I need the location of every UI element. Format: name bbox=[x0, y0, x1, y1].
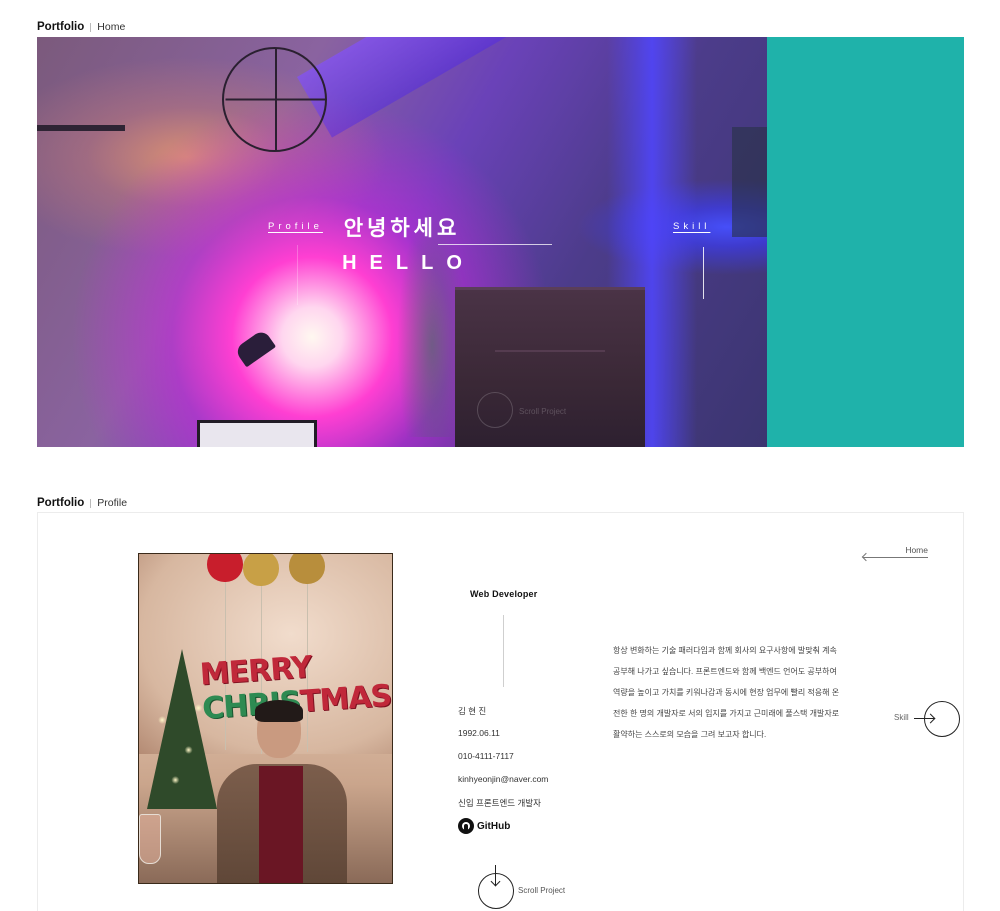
arrow-left-icon bbox=[863, 557, 928, 558]
light-beam bbox=[297, 37, 618, 138]
photo-fan bbox=[222, 47, 327, 152]
profile-link-line bbox=[297, 245, 298, 305]
breadcrumb-separator bbox=[90, 498, 92, 508]
info-name: 김 현 진 bbox=[458, 706, 487, 716]
role-divider bbox=[503, 615, 504, 687]
hero-title-english: HELLO bbox=[342, 252, 475, 274]
info-birth: 1992.06.11 bbox=[458, 728, 500, 738]
info-position: 신입 프론트엔드 개발자 bbox=[458, 798, 541, 808]
role-title: Web Developer bbox=[470, 589, 538, 599]
info-phone: 010-4111-7117 bbox=[458, 751, 514, 761]
balloon bbox=[243, 554, 279, 586]
breadcrumb-brand[interactable]: Portfolio bbox=[37, 21, 84, 33]
hero-accent-panel bbox=[767, 37, 964, 447]
balloon-letters-line2b: TMAS bbox=[298, 678, 393, 720]
hero-title-korean: 안녕하세요 bbox=[343, 217, 461, 240]
intro-line: 활약하는 스스로의 모습을 그려 보고자 합니다. bbox=[613, 730, 767, 739]
breadcrumb-brand[interactable]: Portfolio bbox=[37, 497, 84, 509]
photo-lamp bbox=[233, 328, 277, 368]
nav-home-label: Home bbox=[905, 545, 928, 555]
profile-photo: MERRY CHRISTMAS bbox=[138, 553, 393, 884]
github-icon bbox=[458, 818, 474, 834]
hero-background-photo: Scroll Project bbox=[37, 37, 767, 447]
profile-section: MERRY CHRISTMAS Web Developer 김 현 진 1992… bbox=[37, 512, 964, 911]
arrow-left-head bbox=[861, 552, 871, 562]
wine-glass bbox=[139, 814, 161, 864]
breadcrumb-profile: Portfolio Profile bbox=[37, 497, 127, 509]
skill-link-line bbox=[703, 247, 704, 299]
arrow-down-icon bbox=[495, 865, 496, 885]
intro-text: 항상 변화하는 기술 패러다임과 함께 회사의 요구사항에 발맞춰 계속 공부해… bbox=[613, 640, 853, 745]
breadcrumb: Portfolio Home bbox=[37, 21, 125, 33]
intro-line: 공부해 나가고 싶습니다. 프론트엔드와 함께 백엔드 언어도 공부하여 bbox=[613, 667, 837, 676]
photo-shelf bbox=[37, 125, 125, 131]
intro-line: 전한 한 명의 개발자로 서의 입지를 가지고 근미래에 풀스택 개발자로 bbox=[613, 709, 840, 718]
hero-section: Scroll Project 안녕하세요 HELLO Profile Skill bbox=[37, 37, 964, 447]
person-hair bbox=[255, 700, 303, 722]
hero-link-profile[interactable]: Profile bbox=[268, 221, 323, 232]
breadcrumb-page: Profile bbox=[97, 497, 128, 509]
scroll-ghost-label: Scroll Project bbox=[519, 407, 567, 416]
github-link[interactable]: GitHub bbox=[458, 818, 510, 834]
hero-divider bbox=[438, 244, 552, 245]
hero-link-skill[interactable]: Skill bbox=[673, 221, 710, 232]
breadcrumb-page: Home bbox=[97, 21, 126, 33]
arrow-right-icon bbox=[914, 718, 934, 719]
info-email: kinhyeonjin@naver.com bbox=[458, 774, 549, 784]
person-shirt bbox=[259, 766, 303, 883]
intro-line: 역량을 높이고 가치를 키워나감과 동시에 현장 업무에 빨리 적응해 온 bbox=[613, 688, 840, 697]
nav-skill-label[interactable]: Skill bbox=[894, 713, 909, 722]
scroll-project-label[interactable]: Scroll Project bbox=[518, 886, 565, 895]
intro-line: 항상 변화하는 기술 패러다임과 함께 회사의 요구사항에 발맞춰 계속 bbox=[613, 646, 837, 655]
photo-frame bbox=[197, 420, 317, 447]
scroll-ghost-circle bbox=[477, 392, 513, 428]
github-label: GitHub bbox=[477, 820, 511, 832]
breadcrumb-separator bbox=[90, 22, 92, 32]
